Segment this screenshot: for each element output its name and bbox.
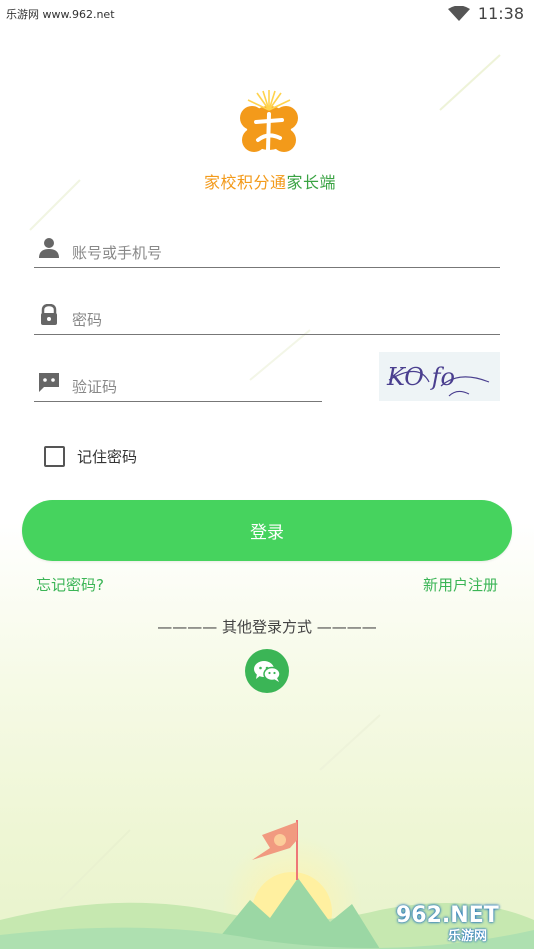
captcha-input[interactable] xyxy=(70,378,305,397)
app-name-suffix: 家长端 xyxy=(286,173,337,192)
app-name: 家校积分通家长端 xyxy=(180,169,360,193)
account-input[interactable] xyxy=(70,244,447,263)
other-login-title: ———— 其他登录方式 ———— xyxy=(157,618,377,636)
lock-icon xyxy=(41,304,57,325)
password-input[interactable] xyxy=(70,311,447,330)
login-button[interactable]: 登录 xyxy=(22,500,512,561)
register-link[interactable]: 新用户注册 xyxy=(423,574,498,595)
remember-label: 记住密码 xyxy=(77,448,138,466)
forgot-password-link[interactable]: 忘记密码? xyxy=(36,574,104,595)
site-watermark: 962.NET 乐游网 xyxy=(396,903,524,944)
remember-password[interactable]: 记住密码 xyxy=(44,446,137,467)
captcha-field[interactable] xyxy=(34,366,322,402)
captcha-image[interactable]: KO fo xyxy=(379,352,500,401)
remember-checkbox[interactable] xyxy=(44,446,65,467)
wechat-icon xyxy=(254,661,281,682)
watermark-bottom: 乐游网 xyxy=(448,929,488,944)
message-icon xyxy=(39,373,59,392)
user-icon xyxy=(39,238,59,258)
account-field[interactable] xyxy=(34,232,500,268)
app-name-main: 家校积分通 xyxy=(203,173,287,192)
password-field[interactable] xyxy=(34,300,500,335)
wechat-login-button[interactable] xyxy=(245,649,289,693)
app-logo xyxy=(234,88,304,158)
captcha-text: KO fo xyxy=(386,363,455,391)
